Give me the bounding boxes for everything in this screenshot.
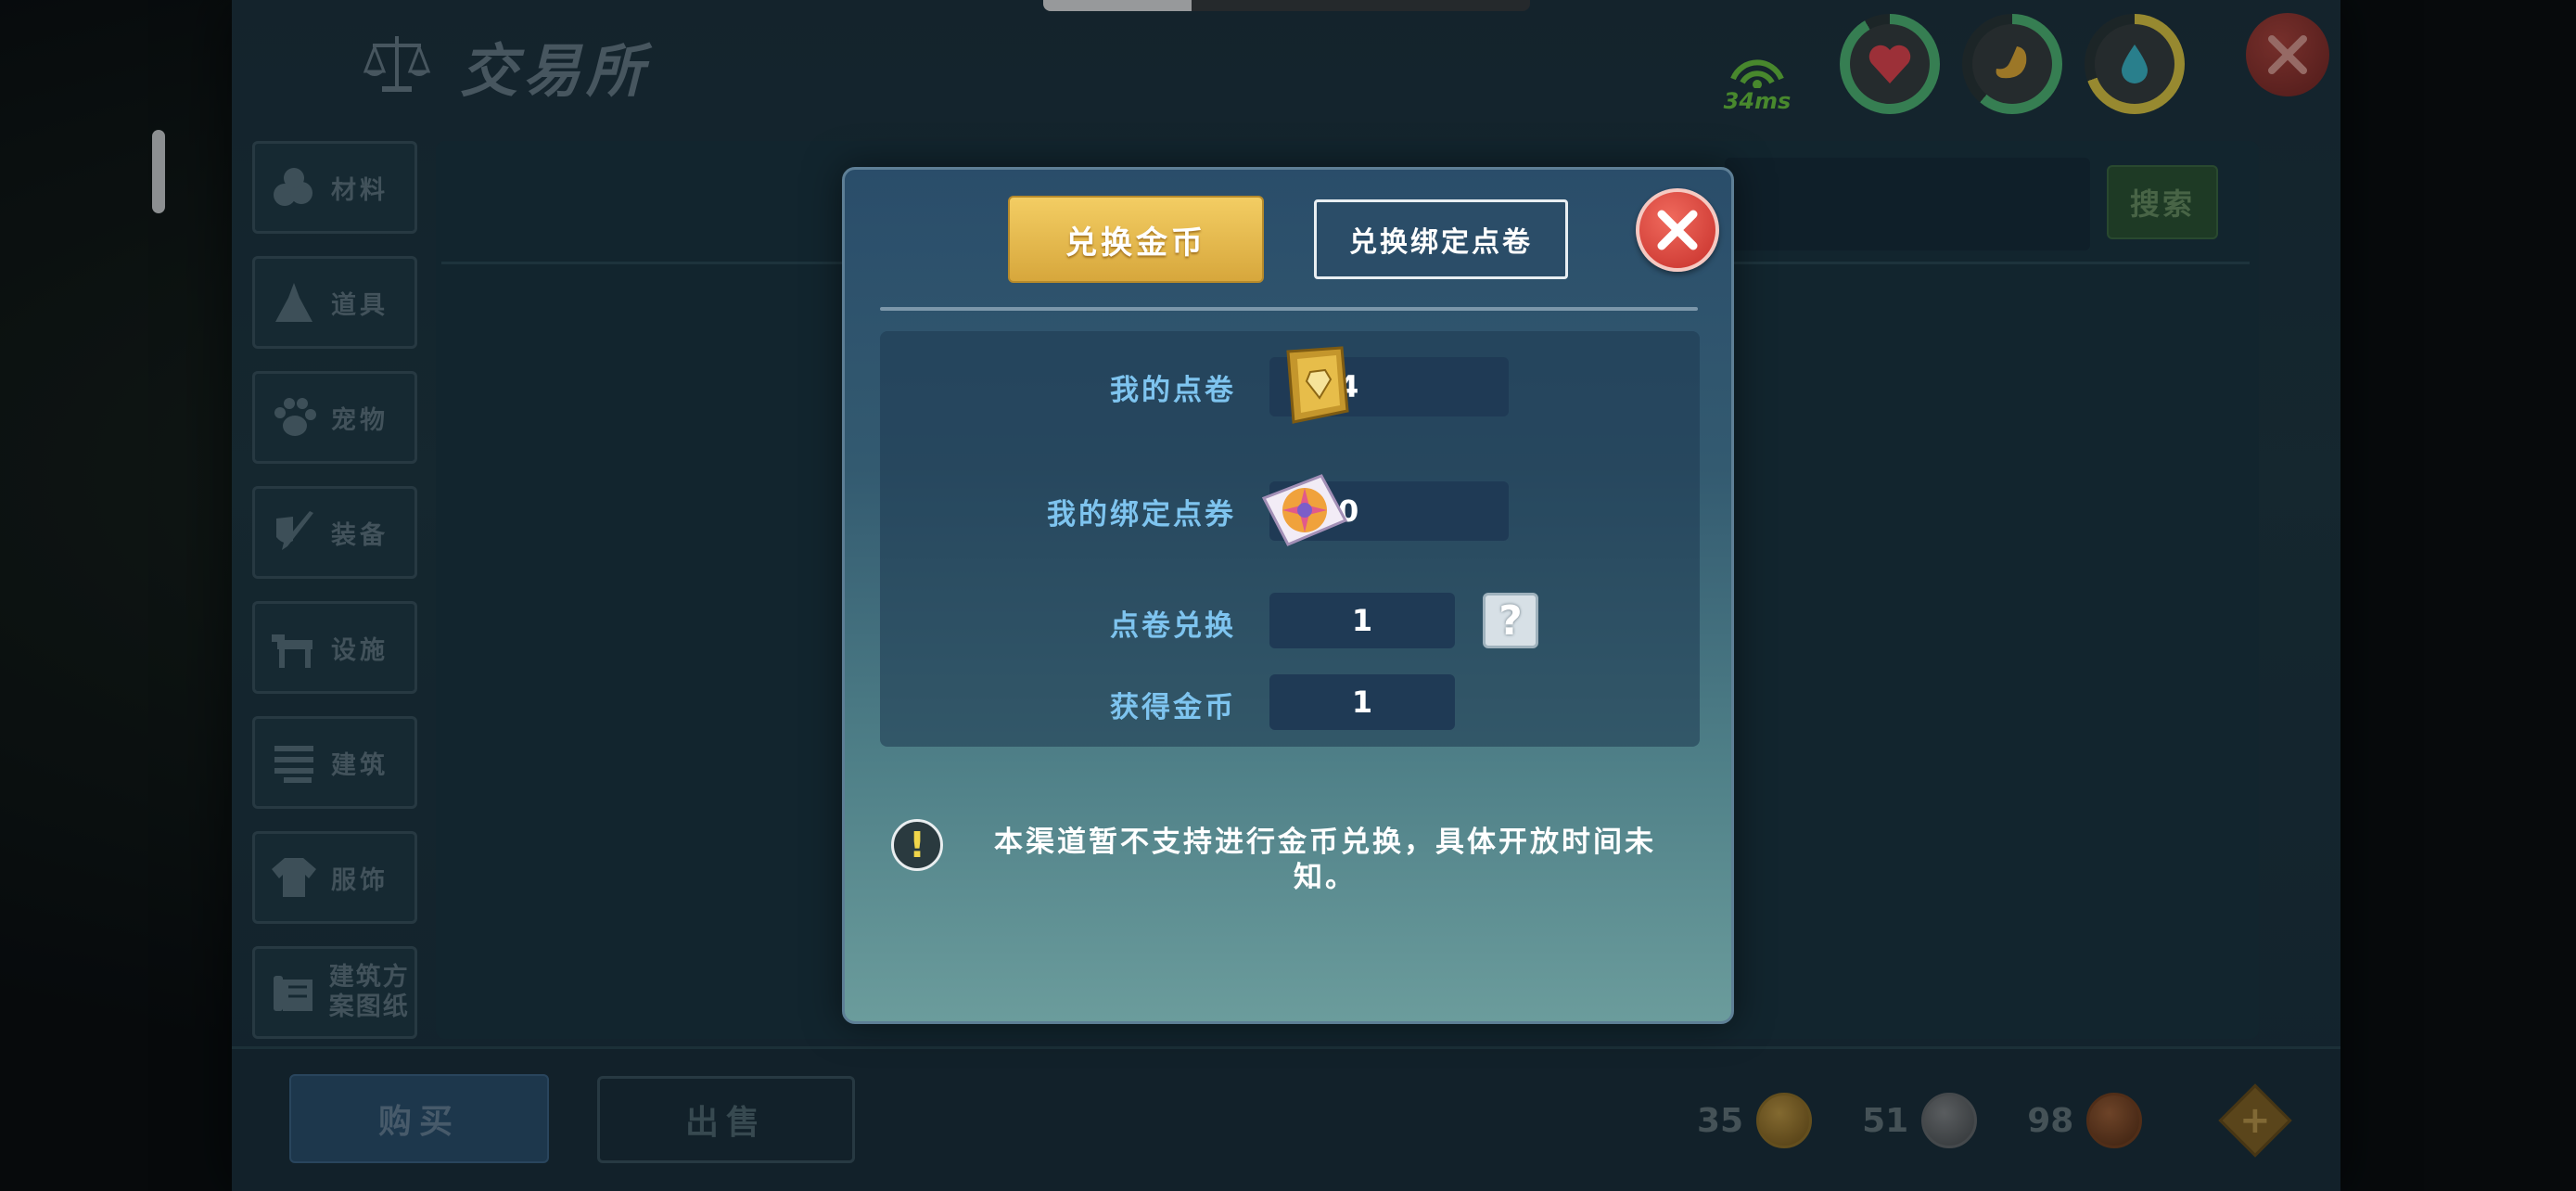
sidebar-item-label: 设施 bbox=[331, 635, 389, 665]
thirst-stat[interactable] bbox=[2085, 14, 2185, 114]
sidebar-item-equipment[interactable]: 装备 bbox=[252, 486, 417, 579]
heart-icon bbox=[1868, 45, 1911, 83]
status-bar: 34ms bbox=[1715, 14, 2185, 114]
plus-icon: + bbox=[2239, 1098, 2272, 1142]
building-icon bbox=[268, 736, 320, 788]
scales-icon bbox=[362, 29, 432, 103]
dialog-divider bbox=[880, 307, 1698, 311]
silver-count: 51 bbox=[1862, 1101, 1909, 1140]
health-stat[interactable] bbox=[1840, 14, 1940, 114]
sell-tab-button[interactable]: 出售 bbox=[597, 1076, 855, 1163]
paw-icon bbox=[268, 391, 320, 443]
sidebar-item-pets[interactable]: 宠物 bbox=[252, 371, 417, 464]
my-points-label: 我的点卷 bbox=[1110, 374, 1236, 407]
sidebar-item-clothing[interactable]: 服饰 bbox=[252, 831, 417, 924]
points-info-box: 我的点卷 4 我的绑定点券 0 点卷兑换 1 ? 获得金币 1 bbox=[880, 331, 1700, 747]
sidebar-item-label: 材料 bbox=[331, 175, 389, 205]
materials-icon bbox=[268, 161, 320, 213]
sidebar-item-facilities[interactable]: 设施 bbox=[252, 601, 417, 694]
sidebar-item-label: 建筑 bbox=[331, 750, 389, 780]
tab-exchange-gold[interactable]: 兑换金币 bbox=[1008, 196, 1264, 283]
sidebar-item-label: 建筑方案图纸 bbox=[328, 963, 410, 1021]
notice-message: ! 本渠道暂不支持进行金币兑换，具体开放时间未知。 bbox=[891, 819, 1689, 895]
sidebar-item-materials[interactable]: 材料 bbox=[252, 141, 417, 234]
close-icon bbox=[2268, 35, 2307, 74]
exchange-points-label: 点卷兑换 bbox=[1110, 609, 1236, 643]
question-icon: ? bbox=[1498, 596, 1523, 645]
help-button[interactable]: ? bbox=[1483, 593, 1538, 648]
tab-exchange-bound-points[interactable]: 兑换绑定点卷 bbox=[1314, 199, 1568, 279]
close-icon bbox=[1657, 210, 1698, 250]
gold-ticket-icon bbox=[1286, 346, 1349, 424]
window-header: 交易所 bbox=[362, 24, 649, 108]
tools-icon bbox=[268, 276, 320, 328]
bound-points-label: 我的绑定点券 bbox=[1047, 498, 1236, 531]
network-status: 34ms bbox=[1715, 51, 1799, 114]
equipment-icon bbox=[268, 506, 320, 558]
stomach-icon bbox=[1996, 46, 2027, 79]
hunger-stat[interactable] bbox=[1962, 14, 2062, 114]
copper-coin-icon bbox=[2086, 1093, 2143, 1148]
side-drawer-handle[interactable] bbox=[152, 130, 165, 213]
bound-ticket-icon bbox=[1261, 474, 1348, 546]
gain-gold-value: 1 bbox=[1269, 674, 1455, 730]
sidebar-item-label: 道具 bbox=[331, 290, 389, 320]
add-currency-button[interactable]: + bbox=[2218, 1083, 2292, 1158]
buy-tab-button[interactable]: 购买 bbox=[289, 1074, 549, 1163]
sidebar-item-label: 服饰 bbox=[331, 865, 389, 895]
warning-icon: ! bbox=[891, 819, 943, 871]
search-button[interactable]: 搜索 bbox=[2107, 165, 2218, 239]
gain-gold-label: 获得金币 bbox=[1110, 691, 1236, 724]
sidebar-item-label: 装备 bbox=[331, 520, 389, 550]
clothing-icon bbox=[268, 852, 320, 903]
window-title: 交易所 bbox=[460, 37, 650, 105]
currency-display: 35 51 98 + bbox=[1697, 1083, 2292, 1158]
facility-icon bbox=[268, 621, 320, 673]
silver-coin-icon bbox=[1921, 1093, 1978, 1148]
sidebar-item-label: 宠物 bbox=[331, 405, 389, 435]
sidebar-item-buildings[interactable]: 建筑 bbox=[252, 716, 417, 809]
window-close-button[interactable] bbox=[2246, 13, 2329, 96]
gold-coin-icon bbox=[1756, 1093, 1813, 1148]
exchange-points-input[interactable]: 1 bbox=[1269, 593, 1455, 648]
copper-count: 98 bbox=[2027, 1101, 2074, 1140]
wifi-icon bbox=[1730, 59, 1784, 88]
blueprint-icon bbox=[268, 967, 318, 1018]
water-drop-icon bbox=[2122, 45, 2148, 83]
dialog-close-button[interactable] bbox=[1636, 188, 1719, 272]
sidebar-item-tools[interactable]: 道具 bbox=[252, 256, 417, 349]
gold-count: 35 bbox=[1697, 1101, 1744, 1140]
notice-text: 本渠道暂不支持进行金币兑换，具体开放时间未知。 bbox=[994, 826, 1656, 894]
sidebar-item-blueprints[interactable]: 建筑方案图纸 bbox=[252, 946, 417, 1039]
exchange-dialog: 兑换金币 兑换绑定点卷 我的点卷 4 我的绑定点券 0 点卷兑换 1 ? 获得金… bbox=[842, 167, 1734, 1024]
search-input[interactable] bbox=[1725, 158, 2090, 250]
category-sidebar: 材料 道具 宠物 装备 设施 建筑 服饰 建筑方案图纸 bbox=[252, 141, 419, 1061]
ping-text: 34ms bbox=[1723, 88, 1792, 114]
top-progress-indicator bbox=[1043, 0, 1530, 11]
